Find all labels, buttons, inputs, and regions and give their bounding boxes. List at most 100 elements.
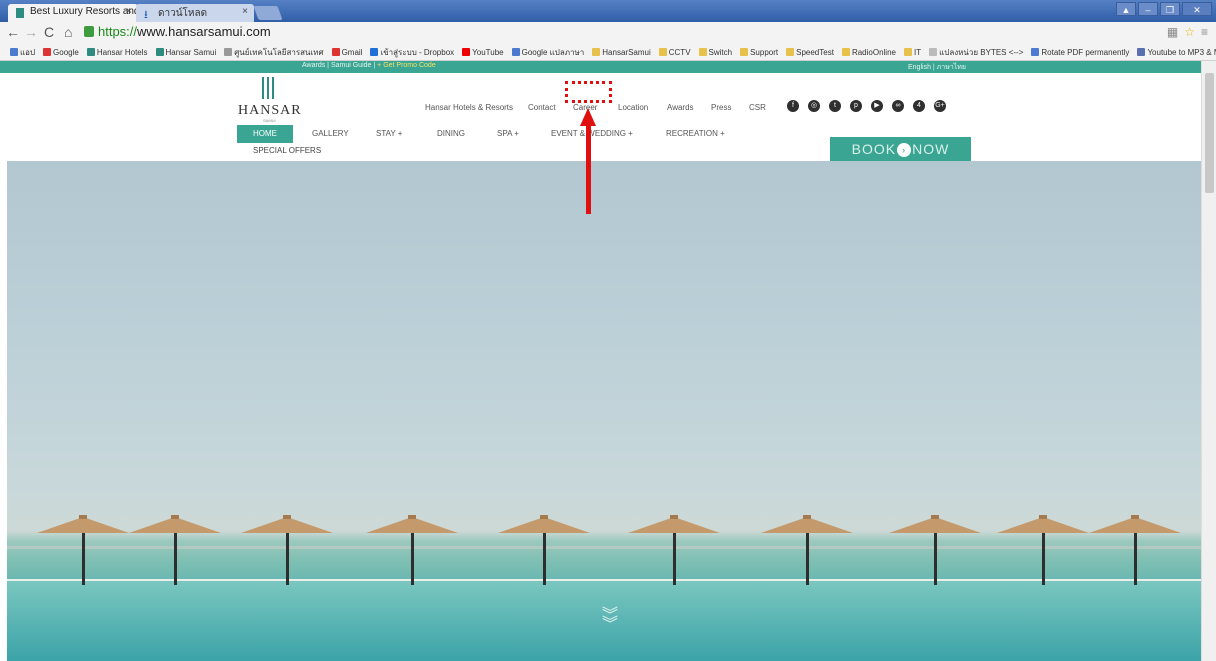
translate-icon[interactable]: ▦ [1167, 25, 1178, 39]
tripadvisor-icon[interactable]: ∞ [892, 100, 904, 112]
language-switch[interactable]: English | ภาษาไทย [908, 62, 966, 73]
bookmark-icon [10, 48, 18, 56]
hansar-favicon-icon [16, 8, 24, 18]
tab-label: ดาวน์โหลด [158, 8, 208, 19]
bookmark-icon [740, 48, 749, 56]
bookmark-icon [786, 48, 795, 56]
page-scrollbar[interactable] [1201, 61, 1216, 661]
close-tab-icon[interactable]: × [126, 6, 132, 17]
bookmark-item[interactable]: RadioOnline [841, 48, 896, 57]
main-nav-event-wedding[interactable]: EVENT & WEDDING + [551, 129, 633, 138]
tab-hansar[interactable]: Best Luxury Resorts and Spa × [8, 4, 138, 22]
special-offers-link[interactable]: SPECIAL OFFERS [253, 146, 321, 155]
home-icon[interactable]: ⌂ [64, 24, 72, 40]
bookmarks-bar: แอป Google Hansar Hotels Hansar Samui ศูนย์เ… [0, 44, 1216, 61]
hero-image: ︾ ︾ [7, 161, 1201, 661]
top-strip: Awards | Samui Guide | + Get Promo Code … [0, 61, 1201, 73]
top-nav-press[interactable]: Press [711, 103, 731, 112]
bookmark-icon [43, 48, 52, 56]
bookmark-icon [155, 48, 164, 56]
maximize-icon[interactable]: ❐ [1160, 2, 1180, 16]
bookmark-icon [511, 48, 520, 56]
foursquare-icon[interactable]: 4 [913, 100, 925, 112]
new-tab-button[interactable] [253, 6, 283, 20]
bookmark-icon [224, 48, 233, 56]
close-window-icon[interactable]: ✕ [1182, 2, 1212, 16]
bookmark-item[interactable]: CCTV [658, 48, 691, 57]
career-highlight-box [565, 81, 612, 103]
bookmark-item[interactable]: Hansar Samui [155, 48, 216, 57]
samui-guide-link[interactable]: Samui Guide [331, 62, 371, 69]
bookmark-item[interactable]: YouTube [462, 48, 504, 57]
star-icon[interactable]: ☆ [1184, 25, 1195, 39]
top-nav-location[interactable]: Location [618, 103, 648, 112]
arrow-right-icon: › [897, 143, 912, 157]
facebook-icon[interactable]: f [787, 100, 799, 112]
download-icon: ⭳ [144, 9, 148, 21]
address-bar: ← → C ⌂ https://www.hansarsamui.com ▦ ☆ … [0, 22, 1216, 44]
forward-icon[interactable]: → [24, 24, 38, 40]
bookmark-item[interactable]: เข้าสู่ระบบ - Dropbox [370, 46, 454, 59]
top-nav-contact[interactable]: Contact [528, 103, 556, 112]
bookmark-icon [370, 48, 379, 56]
bookmark-item[interactable]: Youtube to MP3 & MP4 [1137, 48, 1216, 57]
bookmark-icon [592, 48, 601, 56]
pinterest-icon[interactable]: p [850, 100, 862, 112]
bookmark-item[interactable]: Gmail [331, 48, 362, 57]
hansar-logo-icon[interactable] [262, 77, 274, 99]
main-nav-dining[interactable]: DINING [437, 129, 465, 138]
bookmark-icon [929, 48, 938, 56]
main-nav-spa[interactable]: SPA + [497, 129, 519, 138]
instagram-icon[interactable]: ◎ [808, 100, 820, 112]
google-plus-icon[interactable]: G+ [934, 100, 946, 112]
bookmark-item[interactable]: HansarSamui [592, 48, 651, 57]
promo-code-link[interactable]: + Get Promo Code [377, 62, 436, 69]
tab-label: Best Luxury Resorts and Spa [30, 6, 138, 17]
scroll-down-icon[interactable]: ︾ ︾ [596, 608, 624, 633]
bookmark-icon [903, 48, 912, 56]
bookmark-item[interactable]: Switch [698, 48, 732, 57]
url-scheme: https:// [98, 24, 138, 39]
bookmark-item[interactable]: ศูนย์เทคโนโลยีสารสนเทศ [224, 46, 324, 59]
bookmark-item[interactable]: Rotate PDF permanently [1031, 48, 1129, 57]
bookmark-item[interactable]: Support [740, 48, 778, 57]
bookmark-item[interactable]: แอป [10, 46, 35, 59]
logo-subtitle: SAMUI [263, 118, 276, 123]
bookmark-item[interactable]: Google แปลภาษา [511, 46, 584, 59]
awards-link[interactable]: Awards [302, 62, 325, 69]
bookmark-item[interactable]: แปลงหน่วย BYTES <--> [929, 46, 1023, 59]
bookmark-item[interactable]: Google [43, 48, 79, 57]
top-nav-awards[interactable]: Awards [667, 103, 694, 112]
menu-icon[interactable]: ≡ [1201, 25, 1208, 39]
top-nav-hansar-hotels-resorts[interactable]: Hansar Hotels & Resorts [425, 103, 513, 112]
main-nav-home[interactable]: HOME [237, 125, 293, 143]
close-tab-icon[interactable]: × [242, 6, 248, 17]
top-nav-csr[interactable]: CSR [749, 103, 766, 112]
user-icon[interactable]: ▲ [1116, 2, 1136, 16]
twitter-icon[interactable]: t [829, 100, 841, 112]
web-page: Awards | Samui Guide | + Get Promo Code … [0, 61, 1216, 661]
red-arrow-shaft [586, 124, 591, 214]
bookmark-icon [658, 48, 667, 56]
main-nav-gallery[interactable]: GALLERY [312, 129, 349, 138]
url-host: www.hansarsamui.com [137, 24, 271, 39]
youtube-icon[interactable]: ▶ [871, 100, 883, 112]
scrollbar-thumb[interactable] [1205, 73, 1214, 193]
tab-downloads[interactable]: ⭳ ดาวน์โหลด × [136, 4, 254, 22]
bookmark-item[interactable]: IT [903, 48, 921, 57]
bookmark-item[interactable]: SpeedTest [786, 48, 834, 57]
bookmark-icon [462, 48, 471, 56]
bookmark-icon [86, 48, 95, 56]
bookmark-icon [698, 48, 707, 56]
main-nav-recreation[interactable]: RECREATION + [666, 129, 725, 138]
lock-icon [84, 26, 94, 37]
url-field[interactable]: https://www.hansarsamui.com [84, 24, 1144, 42]
browser-tab-bar: Best Luxury Resorts and Spa × ⭳ ดาวน์โหล… [0, 0, 1216, 22]
main-nav-stay[interactable]: STAY + [376, 129, 402, 138]
book-now-button[interactable]: BOOK › NOW [830, 137, 971, 161]
minimize-icon[interactable]: – [1138, 2, 1158, 16]
logo-text[interactable]: HANSAR [238, 103, 302, 119]
bookmark-item[interactable]: Hansar Hotels [86, 48, 148, 57]
reload-icon[interactable]: C [44, 24, 54, 40]
back-icon[interactable]: ← [6, 24, 20, 40]
